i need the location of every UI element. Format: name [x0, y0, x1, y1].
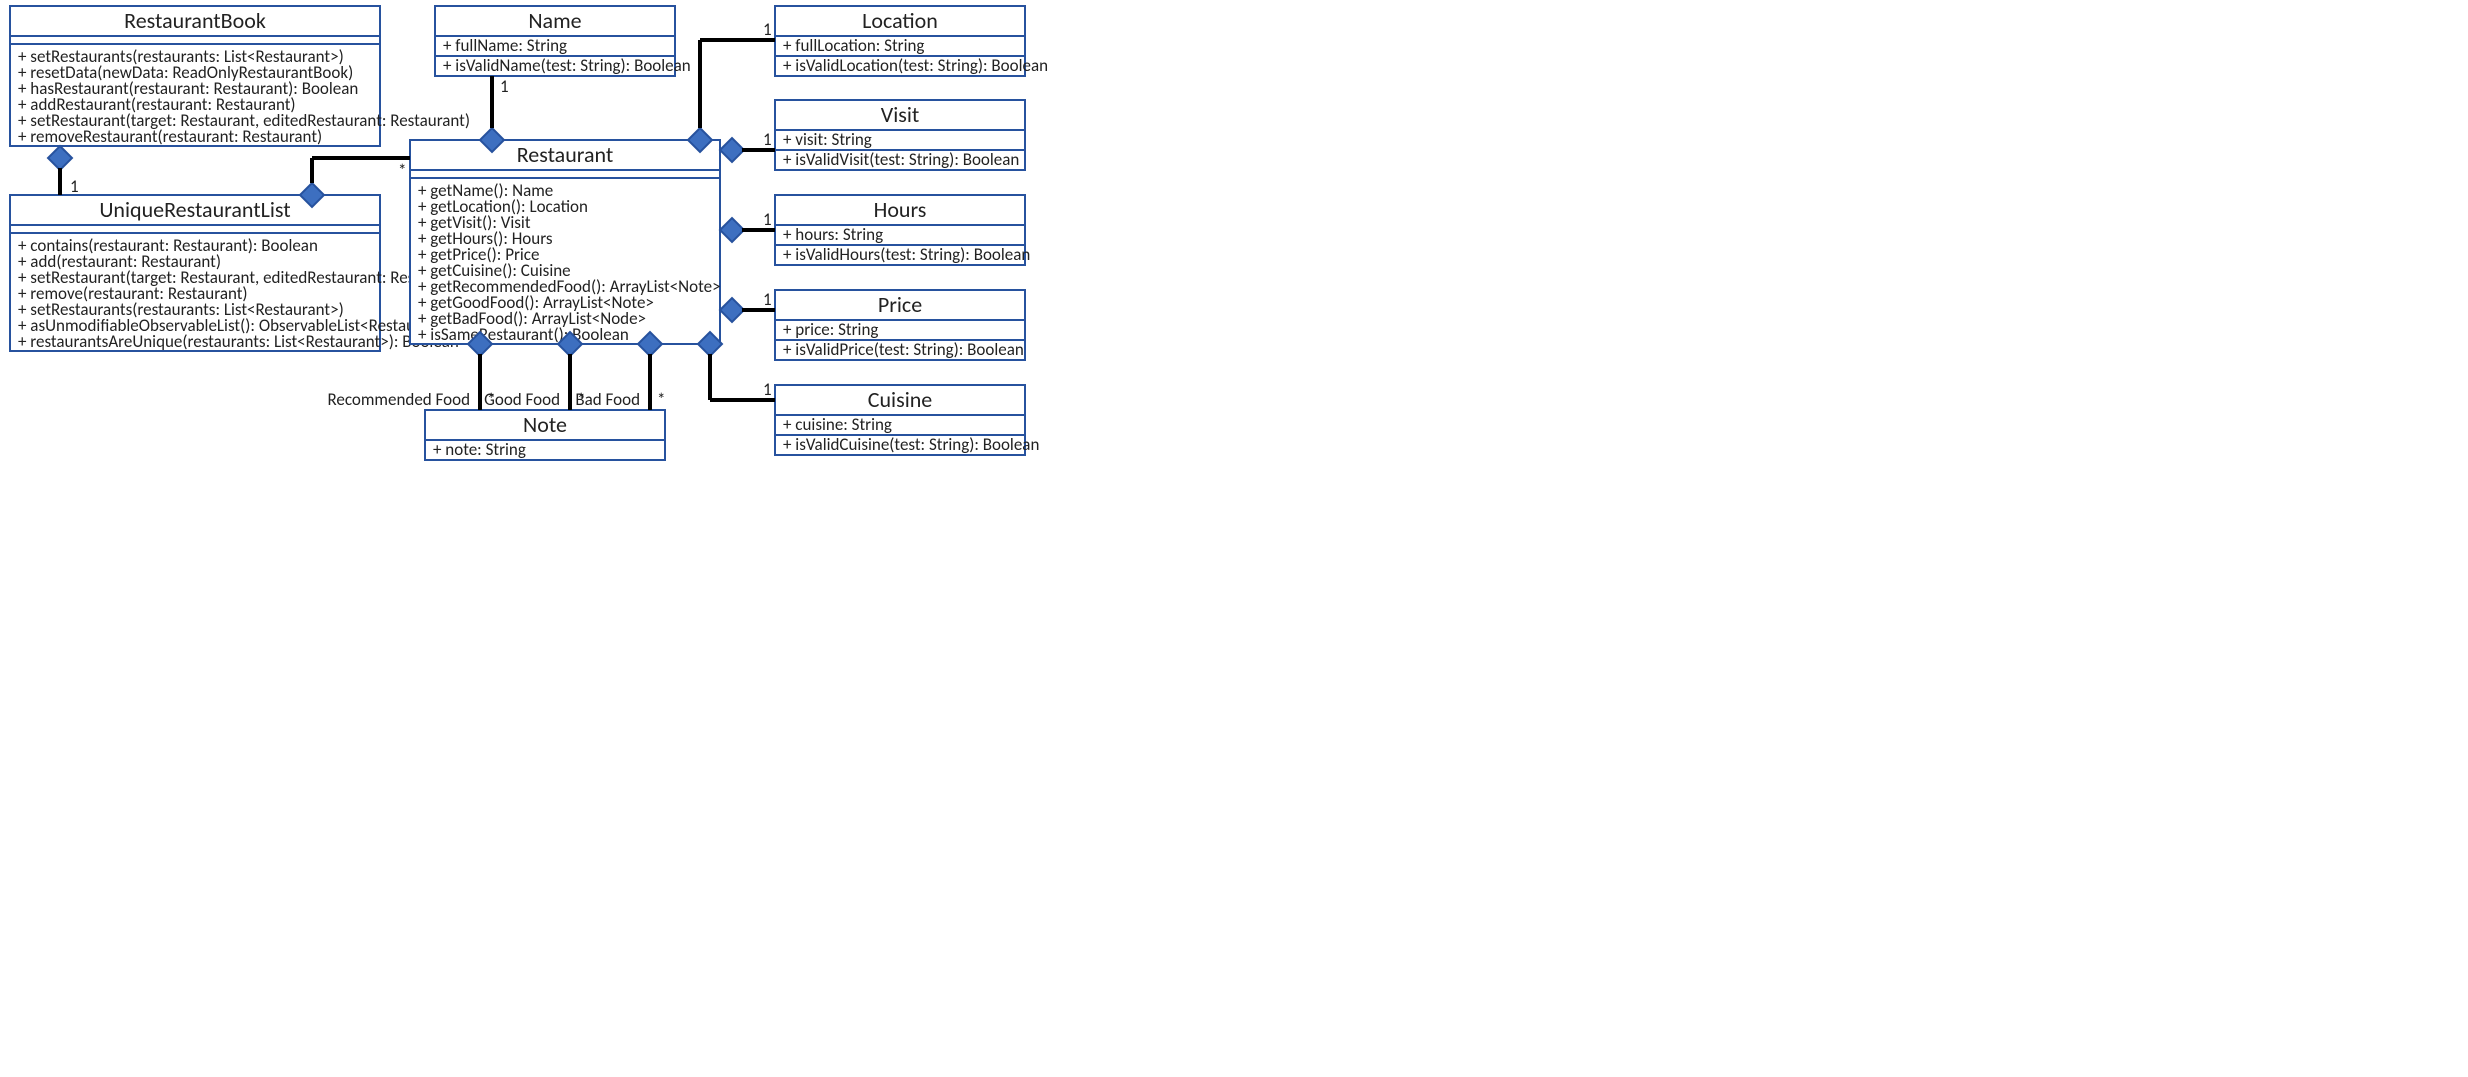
lbl-bad: Bad Food: [575, 389, 640, 410]
class-name: Name + fullName: String + isValidName(te…: [435, 6, 691, 76]
r-m9: + isSameRestaurant(): Boolean: [418, 324, 629, 345]
rb-m5: + removeRestaurant(restaurant: Restauran…: [18, 126, 322, 147]
cuisine-o0: + isValidCuisine(test: String): Boolean: [783, 434, 1039, 455]
url-title: UniqueRestaurantList: [99, 196, 290, 223]
name-title: Name: [528, 7, 581, 34]
note-title: Note: [523, 411, 567, 438]
visit-a0: + visit: String: [783, 129, 872, 150]
conn-rest-cuisine: 1: [698, 332, 775, 400]
conn-rest-name: 1: [480, 76, 509, 152]
hours-o0: + isValidHours(test: String): Boolean: [783, 244, 1030, 265]
location-o0: + isValidLocation(test: String): Boolean: [783, 55, 1048, 76]
url-m6: + restaurantsAreUnique(restaurants: List…: [18, 331, 459, 352]
conn-rb-url: 1: [48, 146, 79, 197]
class-location: Location + fullLocation: String + isVali…: [775, 6, 1048, 76]
mult-visit: 1: [763, 129, 772, 150]
price-o0: + isValidPrice(test: String): Boolean: [783, 339, 1024, 360]
price-a0: + price: String: [783, 319, 878, 340]
mult-cuisine: 1: [763, 379, 772, 400]
visit-title: Visit: [881, 101, 920, 128]
conn-rest-hours: 1: [720, 209, 775, 242]
mult-name: 1: [500, 76, 509, 97]
class-restaurant-book-title: RestaurantBook: [124, 7, 266, 34]
mult-location: 1: [763, 19, 772, 40]
class-unique-restaurant-list: UniqueRestaurantList + contains(restaura…: [10, 195, 470, 352]
conn-rest-price: 1: [720, 289, 775, 322]
class-visit: Visit + visit: String + isValidVisit(tes…: [775, 100, 1025, 170]
restaurant-title: Restaurant: [517, 141, 614, 168]
mult-url-rest: *: [398, 160, 406, 181]
location-a0: + fullLocation: String: [783, 35, 924, 56]
conn-rest-location: 1: [688, 19, 775, 152]
hours-a0: + hours: String: [783, 224, 883, 245]
class-price: Price + price: String + isValidPrice(tes…: [775, 290, 1025, 360]
mult-rb-url: 1: [70, 176, 79, 197]
visit-o0: + isValidVisit(test: String): Boolean: [783, 149, 1019, 170]
mult-hours: 1: [763, 209, 772, 230]
class-cuisine: Cuisine + cuisine: String + isValidCuisi…: [775, 385, 1039, 455]
hours-title: Hours: [874, 196, 927, 223]
note-a0: + note: String: [433, 439, 526, 460]
class-restaurant: Restaurant + getName(): Name + getLocati…: [410, 140, 721, 345]
lbl-good: Good Food: [484, 389, 560, 410]
class-hours: Hours + hours: String + isValidHours(tes…: [775, 195, 1030, 265]
class-note: Note + note: String: [425, 410, 665, 460]
location-title: Location: [862, 7, 938, 34]
cuisine-a0: + cuisine: String: [783, 414, 892, 435]
name-o0: + isValidName(test: String): Boolean: [443, 55, 691, 76]
name-a0: + fullName: String: [443, 35, 567, 56]
conn-rest-visit: 1: [720, 129, 775, 162]
lbl-rec: Recommended Food: [327, 389, 470, 410]
price-title: Price: [878, 291, 922, 318]
mult-bad: *: [657, 389, 665, 410]
class-restaurant-book: RestaurantBook + setRestaurants(restaura…: [10, 6, 470, 147]
mult-price: 1: [763, 289, 772, 310]
cuisine-title: Cuisine: [868, 386, 933, 413]
